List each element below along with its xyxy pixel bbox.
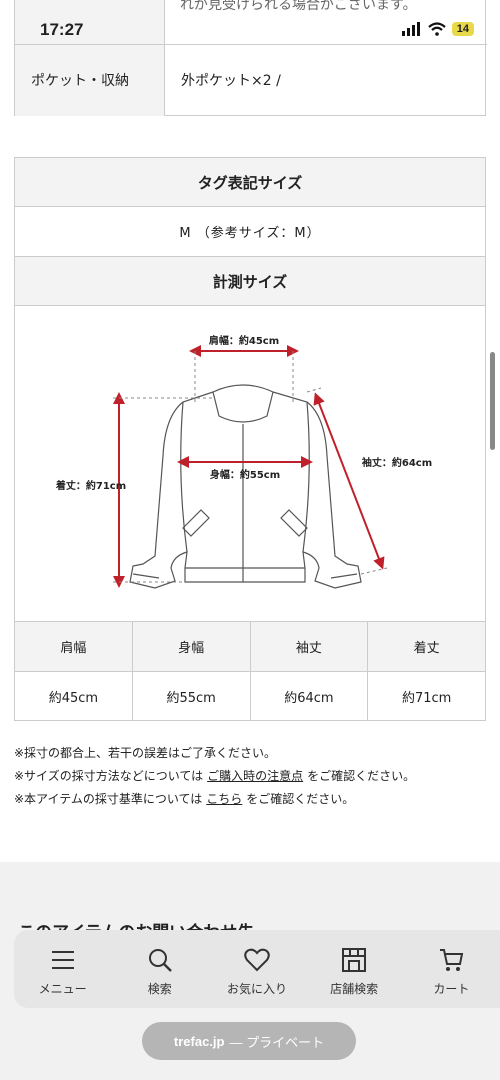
measure-size-heading: 計測サイズ	[15, 257, 485, 306]
menu-icon	[51, 950, 74, 969]
measure-value: 約55cm	[166, 690, 216, 706]
tab-label: メニュー	[38, 981, 87, 996]
status-time: 17:27	[40, 20, 84, 39]
measure-col-sleeve: 袖丈 約64cm	[250, 622, 369, 720]
length-label: 着丈：約71cm	[55, 479, 126, 492]
scrollbar[interactable]	[490, 352, 495, 450]
clipped-description-text: れが見受けられる場合がございます。	[180, 0, 417, 13]
private-mode-label: — プライベート	[229, 1034, 325, 1050]
tab-favorites[interactable]: お気に入り	[212, 946, 302, 997]
measurement-table: 肩幅 約45cm 身幅 約55cm 袖丈 約64cm 着丈 約71cm	[15, 622, 485, 720]
note-line-3: ※本アイテムの採寸基準については こちら をご確認ください。	[14, 788, 415, 811]
measure-value: 約45cm	[48, 690, 99, 706]
status-icons: 14	[401, 22, 474, 36]
tab-menu[interactable]: メニュー	[18, 946, 108, 997]
measure-header: 肩幅	[15, 622, 132, 672]
wifi-icon	[428, 22, 446, 36]
search-icon	[148, 948, 172, 972]
measure-standard-link[interactable]: こちら	[206, 792, 242, 806]
measure-col-body: 身幅 約55cm	[132, 622, 251, 720]
note-text: をご確認ください。	[246, 792, 355, 806]
tab-label: カート	[433, 981, 470, 996]
url-domain: trefac.jp	[173, 1033, 225, 1049]
shoulder-measure	[189, 345, 299, 402]
jacket-illustration: 肩幅：約45cm 身幅：約55cm 袖丈：約64cm 着丈：約71cm	[55, 334, 432, 589]
body-label: 身幅：約55cm	[210, 468, 280, 481]
measure-col-length: 着丈 約71cm	[368, 622, 485, 720]
shoulder-label: 肩幅：約45cm	[209, 334, 279, 347]
tab-search[interactable]: 検索	[115, 946, 205, 997]
measure-header: 袖丈	[250, 622, 368, 672]
signal-icon	[401, 22, 420, 36]
sleeve-measure	[313, 392, 385, 570]
spec-label: ポケット・収納	[31, 73, 129, 89]
tab-cart[interactable]: カート	[406, 946, 496, 997]
size-section: タグ表記サイズ M （参考サイズ：M） 計測サイズ 肩幅：約45cm 身幅：約5…	[14, 157, 486, 721]
tab-store-search[interactable]: 店舗検索	[309, 946, 399, 997]
cart-icon	[440, 948, 464, 971]
tag-size-heading: タグ表記サイズ	[15, 158, 485, 207]
url-bar[interactable]: trefac.jp — プライベート	[142, 1022, 356, 1060]
battery-level: 14	[451, 22, 474, 36]
tag-size-value: M （参考サイズ：M）	[15, 207, 485, 257]
measure-header: 着丈	[368, 622, 485, 672]
store-icon	[342, 947, 367, 972]
sleeve-label: 袖丈：約64cm	[361, 456, 432, 469]
measure-col-shoulder: 肩幅 約45cm	[15, 622, 133, 720]
tab-label: 検索	[147, 981, 172, 996]
note-text: をご確認ください。	[307, 769, 416, 783]
purchase-notes-link[interactable]: ご購入時の注意点	[207, 769, 303, 783]
note-text: ※本アイテムの採寸基準については	[14, 792, 203, 806]
note-line-2: ※サイズの採寸方法などについては ご購入時の注意点 をご確認ください。	[14, 765, 415, 788]
tab-label: お気に入り	[226, 981, 287, 996]
jacket-diagram: 肩幅：約45cm 身幅：約55cm 袖丈：約64cm 着丈：約71cm	[15, 306, 485, 622]
size-notes: ※採寸の都合上、若干の誤差はご了承ください。 ※サイズの採寸方法などについてはご…	[14, 742, 415, 811]
spec-value: 外ポケット×2 /	[181, 73, 281, 89]
measure-value: 約64cm	[284, 690, 334, 706]
measure-value: 約71cm	[401, 690, 452, 706]
heart-icon	[244, 948, 270, 971]
status-bar: れが見受けられる場合がございます。 17:27 14	[0, 0, 500, 46]
bottom-tab-bar: メニュー 検索 お気に入り 店舗検索 カート	[14, 930, 500, 1008]
jacket-outline	[129, 384, 362, 589]
measure-header: 身幅	[132, 622, 250, 672]
note-text: ※サイズの採寸方法などについては	[14, 769, 204, 783]
note-line-1: ※採寸の都合上、若干の誤差はご了承ください。	[14, 746, 277, 760]
tab-label: 店舗検索	[330, 981, 379, 996]
